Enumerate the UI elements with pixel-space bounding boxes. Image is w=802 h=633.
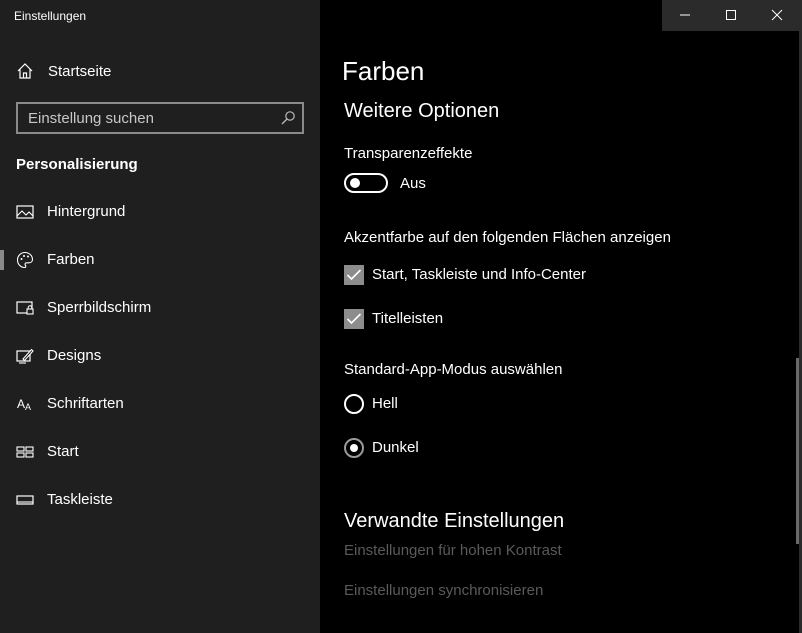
search-box[interactable] [16,102,304,134]
sidebar-item-hintergrund[interactable]: Hintergrund [0,190,320,234]
sidebar-item-label: Schriftarten [47,395,124,412]
palette-icon [16,251,34,269]
checkmark-icon [346,269,362,281]
radio-light[interactable] [344,394,364,414]
sidebar-item-taskleiste[interactable]: Taskleiste [0,478,320,522]
sidebar-item-label: Farben [47,251,95,268]
maximize-button[interactable] [708,0,754,31]
transparency-state-label: Aus [400,175,426,192]
sidebar-item-label: Sperrbildschirm [47,299,152,316]
image-icon [16,203,34,221]
related-settings-heading: Verwandte Einstellungen [344,510,565,532]
checkbox-start-taskbar-label[interactable]: Start, Taskleiste und Info-Center [372,266,586,283]
sync-settings-link[interactable]: Einstellungen synchronisieren [344,582,543,599]
selection-indicator [0,250,4,270]
checkbox-start-taskbar[interactable] [344,265,364,285]
start-icon [16,443,34,461]
radio-selected-dot [350,444,358,452]
app-title: Einstellungen [14,9,87,23]
radio-dark[interactable] [344,438,364,458]
minimize-button[interactable] [662,0,708,31]
sidebar-item-sperrbildschirm[interactable]: Sperrbildschirm [0,286,320,330]
taskbar-icon [16,491,34,509]
home-nav-item[interactable]: Startseite [0,52,320,92]
app-mode-label: Standard-App-Modus auswählen [344,361,563,378]
accent-surfaces-label: Akzentfarbe auf den folgenden Flächen an… [344,229,671,246]
high-contrast-link[interactable]: Einstellungen für hohen Kontrast [344,542,562,559]
search-input[interactable] [18,104,274,132]
transparency-toggle[interactable] [344,173,388,193]
scrollbar-thumb[interactable] [796,358,799,544]
sidebar-item-designs[interactable]: Designs [0,334,320,378]
sidebar-item-farben[interactable]: Farben [0,238,320,282]
sidebar: Einstellungen Startseite Personalisierun… [0,0,320,633]
search-icon[interactable] [280,110,296,126]
sidebar-item-label: Hintergrund [47,203,126,220]
sidebar-item-label: Taskleiste [47,491,113,508]
sidebar-item-schriftarten[interactable]: AA Schriftarten [0,382,320,426]
radio-dark-label[interactable]: Dunkel [372,439,419,456]
more-options-heading: Weitere Optionen [344,100,500,122]
minimize-icon [680,14,690,16]
transparency-label: Transparenzeffekte [344,145,473,162]
checkmark-icon [346,313,362,325]
brush-icon [16,347,34,365]
radio-light-label[interactable]: Hell [372,395,398,412]
sidebar-item-start[interactable]: Start [0,430,320,474]
home-label: Startseite [48,63,112,80]
checkbox-title-bars-label[interactable]: Titelleisten [372,310,443,327]
page-title: Farben [342,56,425,86]
svg-text:A: A [17,397,25,411]
sidebar-item-label: Designs [47,347,102,364]
toggle-knob [350,178,360,188]
sidebar-item-label: Start [47,443,79,460]
close-icon [771,9,783,21]
checkbox-title-bars[interactable] [344,309,364,329]
lock-screen-icon [16,299,34,317]
maximize-icon [726,10,736,20]
close-button[interactable] [754,0,800,31]
window-controls [662,0,802,31]
svg-text:A: A [25,402,31,412]
font-icon: AA [16,395,34,413]
home-icon [16,62,34,80]
section-title: Personalisierung [16,156,138,173]
